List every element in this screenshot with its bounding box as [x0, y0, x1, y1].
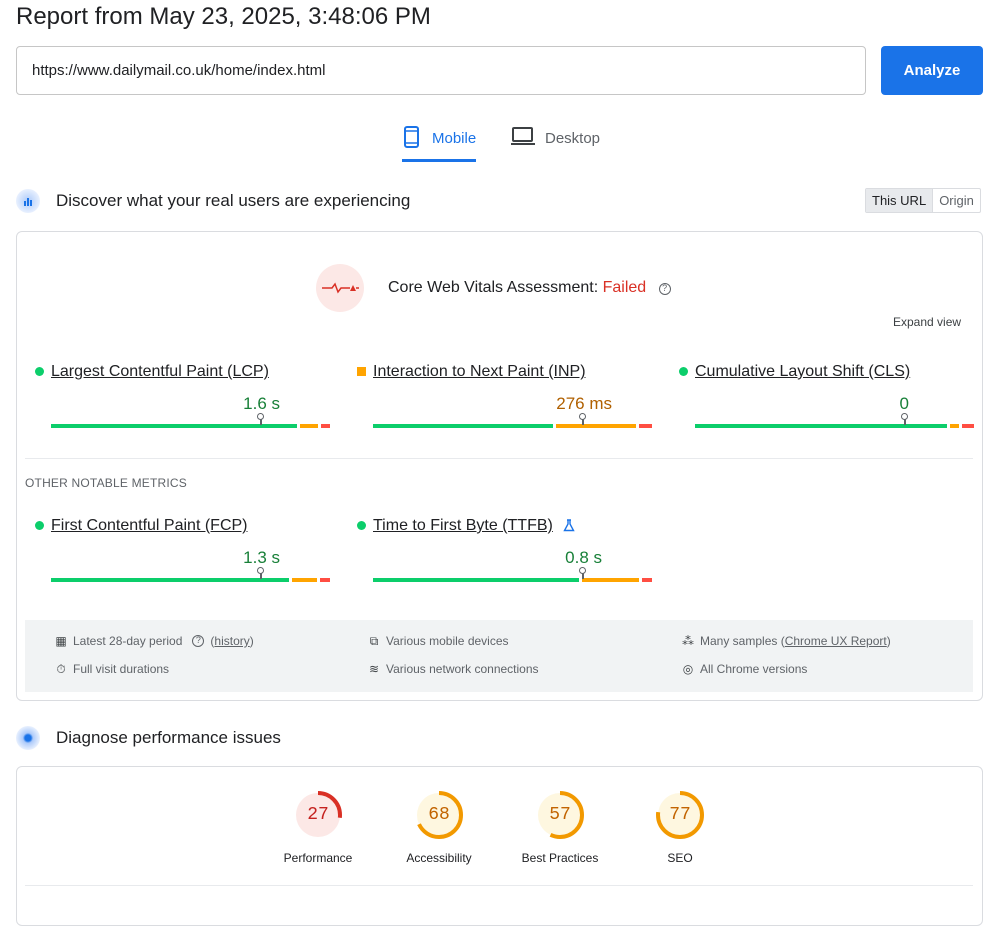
metric-inp-name[interactable]: Interaction to Next Paint (INP): [373, 363, 586, 381]
heartbeat-icon: [316, 264, 364, 312]
device-info: ⧉ Various mobile devices: [368, 634, 509, 648]
score-label: SEO: [667, 851, 693, 865]
metric-cls-bar: [695, 424, 974, 428]
flask-icon[interactable]: [563, 519, 575, 532]
score-gauge-accessibility[interactable]: 68: [414, 790, 464, 840]
visit-durations: ⏱ Full visit durations: [55, 662, 169, 676]
help-icon[interactable]: ?: [192, 635, 205, 647]
good-dot-icon: [357, 521, 366, 530]
durations-text: Full visit durations: [73, 662, 170, 676]
metric-lcp-name[interactable]: Largest Contentful Paint (LCP): [51, 363, 269, 381]
desktop-icon: [511, 127, 535, 145]
score-value: 27: [307, 805, 329, 825]
network-text: Various network connections: [386, 662, 539, 676]
tab-desktop[interactable]: Desktop: [511, 126, 600, 162]
diagnose-icon: [16, 726, 40, 750]
toggle-origin[interactable]: Origin: [933, 189, 980, 212]
cwv-status: Failed: [602, 279, 647, 296]
score-label: Performance: [283, 851, 353, 865]
toggle-this-url[interactable]: This URL: [866, 189, 934, 212]
chrome-icon: ◎: [682, 662, 694, 676]
analyze-button[interactable]: Analyze: [881, 46, 983, 95]
wifi-icon: ≋: [368, 662, 380, 676]
history-paren: (history): [210, 634, 254, 648]
metric-ttfb-bar: [373, 578, 652, 582]
samples-text: Many samples (Chrome UX Report): [700, 634, 891, 648]
period-text: Latest 28-day period: [73, 634, 183, 648]
good-dot-icon: [35, 367, 44, 376]
samples-icon: ⁂: [682, 634, 694, 648]
divider: [25, 458, 973, 459]
score-value: 77: [669, 805, 691, 825]
collection-period: ▦ Latest 28-day period ? (history): [55, 634, 254, 648]
percentile-marker-line: [260, 573, 262, 579]
url-origin-toggle[interactable]: This URL Origin: [865, 188, 981, 213]
metric-fcp-name[interactable]: First Contentful Paint (FCP): [51, 517, 248, 535]
cwv-label: Core Web Vitals Assessment:: [388, 279, 599, 296]
metric-lcp-bar: [51, 424, 330, 428]
history-link[interactable]: history: [214, 634, 249, 648]
metric-cls-value: 0: [899, 394, 909, 413]
devices-icon: ⧉: [369, 634, 379, 648]
expand-view-link[interactable]: Expand view: [893, 315, 961, 329]
score-gauge-seo[interactable]: 77: [655, 790, 705, 840]
score-gauge-best-practices[interactable]: 57: [535, 790, 585, 840]
help-icon[interactable]: ?: [658, 283, 671, 295]
score-gauge-performance[interactable]: 27: [293, 790, 343, 840]
samples-info: ⁂ Many samples (Chrome UX Report): [682, 634, 891, 648]
field-section-title: Discover what your real users are experi…: [56, 191, 411, 210]
mobile-icon: [404, 126, 419, 148]
percentile-marker-line: [904, 419, 906, 425]
percentile-marker-line: [582, 573, 584, 579]
metric-cls-name[interactable]: Cumulative Layout Shift (CLS): [695, 363, 910, 381]
cwv-assessment: Core Web Vitals Assessment: Failed ?: [388, 279, 671, 297]
percentile-marker-line: [582, 419, 584, 425]
metric-lcp-value: 1.6 s: [243, 394, 280, 413]
percentile-marker-line: [260, 419, 262, 425]
good-dot-icon: [679, 367, 688, 376]
network-info: ≋ Various network connections: [368, 662, 539, 676]
tab-mobile[interactable]: Mobile: [402, 126, 477, 162]
lab-data-card: [16, 766, 983, 926]
score-value: 68: [428, 805, 450, 825]
metric-inp-bar: [373, 424, 652, 428]
users-icon: [16, 189, 40, 213]
score-label: Accessibility: [406, 851, 472, 865]
good-dot-icon: [35, 521, 44, 530]
metric-fcp-value: 1.3 s: [243, 548, 280, 567]
score-label: Best Practices: [521, 851, 599, 865]
average-square-icon: [357, 367, 366, 376]
metric-ttfb-value: 0.8 s: [565, 548, 602, 567]
metric-fcp-bar: [51, 578, 330, 582]
chrome-versions-info: ◎ All Chrome versions: [682, 662, 808, 676]
tab-mobile-label: Mobile: [432, 130, 477, 147]
tab-desktop-label: Desktop: [545, 130, 601, 147]
stopwatch-icon: ⏱: [56, 662, 66, 676]
other-metrics-label: OTHER NOTABLE METRICS: [25, 476, 187, 490]
divider: [25, 885, 973, 886]
field-data-footer: [25, 620, 973, 692]
chrome-ux-report-link[interactable]: Chrome UX Report: [785, 634, 887, 648]
metric-ttfb-name[interactable]: Time to First Byte (TTFB): [373, 517, 553, 535]
calendar-icon: ▦: [55, 634, 67, 648]
versions-text: All Chrome versions: [700, 662, 808, 676]
lab-section-title: Diagnose performance issues: [56, 728, 281, 747]
score-value: 57: [549, 805, 571, 825]
devices-text: Various mobile devices: [386, 634, 509, 648]
url-input[interactable]: [16, 46, 866, 95]
metric-inp-value: 276 ms: [556, 394, 612, 413]
page-title: Report from May 23, 2025, 3:48:06 PM: [16, 3, 431, 30]
